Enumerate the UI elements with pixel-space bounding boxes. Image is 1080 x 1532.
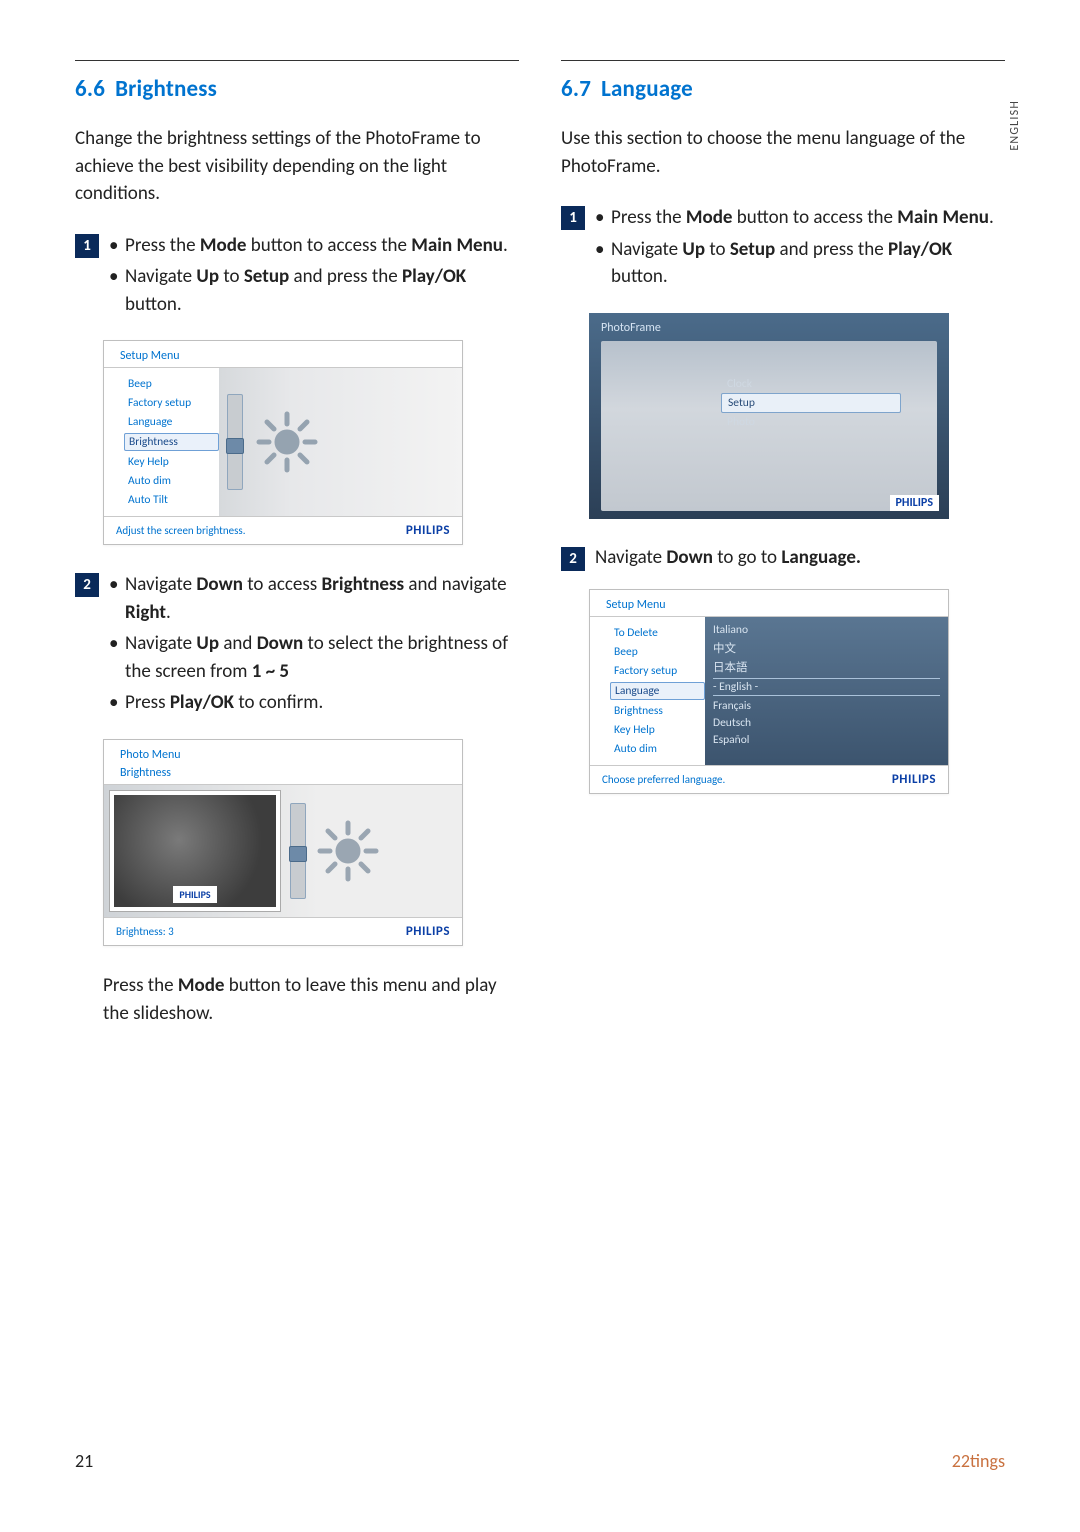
section-heading: Language [601,75,693,103]
philips-logo: PHILIPS [173,886,216,903]
menu-item: Auto dim [610,741,705,757]
menu-item: Key Help [124,454,219,470]
menu-item-selected: Setup [721,393,901,413]
menu-item-selected: Language [610,682,705,700]
section-heading: Brightness [115,75,217,103]
step1-bullet2: Navigate Up to Setup and press the Play/… [109,263,519,318]
left-column: 6.6 Brightness Change the brightness sett… [75,60,519,1027]
step1-bullet1: Press the Mode button to access the Main… [109,232,519,260]
shot3-panel: Clock Setup Photo [601,341,937,511]
brightness-slider-icon [227,394,243,490]
page-footer: 21 22tings [75,1450,1005,1472]
page-number-left: 21 [75,1450,93,1472]
step2-bullet3: Press Play/OK to confirm. [109,689,519,717]
shot2-hdr2: Brightness [104,766,462,784]
brightness-slider-icon [290,803,306,899]
step2-line: Navigate Down to go to Language. [595,545,1005,569]
menu-item: Factory setup [124,395,219,411]
page-footer-right: 22tings [952,1450,1005,1472]
philips-logo: PHILIPS [892,772,936,787]
lang-option: Français [713,699,940,713]
step-badge: 1 [561,206,585,230]
menu-item: Photo [721,413,927,431]
intro-brightness: Change the brightness settings of the Ph… [75,125,519,208]
content-columns: 6.6 Brightness Change the brightness sett… [75,60,1005,1027]
shot2-footer-text: Brightness: 3 [116,925,174,938]
section-title-brightness: 6.6 Brightness [75,75,519,103]
step1-bullet1: Press the Mode button to access the Main… [595,204,1005,232]
philips-logo: PHILIPS [890,495,940,511]
language-sidetab: ENGLISH [1008,100,1022,151]
step2-bullet2: Navigate Up and Down to select the brigh… [109,630,519,685]
lang-option: 中文 [713,640,940,656]
step-badge: 2 [75,573,99,597]
section-num: 6.6 [75,75,105,103]
step-badge: 2 [561,547,585,571]
screenshot-photo-brightness: Photo Menu Brightness PHILIPS [103,739,463,946]
philips-logo: PHILIPS [406,523,450,538]
menu-item-selected: Brightness [124,433,219,451]
menu-item: Language [124,414,219,430]
step2-bullet1: Navigate Down to access Brightness and n… [109,571,519,626]
menu-item: Beep [610,644,705,660]
menu-item: To Delete [610,625,705,641]
menu-item: Factory setup [610,663,705,679]
intro-language: Use this section to choose the menu lang… [561,125,1005,180]
menu-item: Auto dim [124,473,219,489]
philips-logo: PHILIPS [406,924,450,939]
menu-item: Key Help [610,722,705,738]
top-rule-left [75,60,519,61]
step-2-brightness: 2 Navigate Down to access Brightness and… [75,571,519,721]
shot1-menu: Beep Factory setup Language Brightness K… [104,368,219,516]
screenshot-setup-language: Setup Menu To Delete Beep Factory setup … [589,589,949,794]
right-column: 6.7 Language Use this section to choose t… [561,60,1005,1027]
shot1-preview [219,368,462,516]
menu-item: Clock [721,375,927,393]
lang-option: Deutsch [713,716,940,730]
lang-option-selected: - English - [713,678,940,696]
shot3-title: PhotoFrame [601,321,937,335]
shot2-hdr1: Photo Menu [104,740,462,766]
shot4-footer-text: Choose preferred language. [602,773,725,786]
shot1-header: Setup Menu [104,341,462,367]
lang-option: 日本語 [713,659,940,675]
step1-bullet2: Navigate Up to Setup and press the Play/… [595,236,1005,291]
photo-thumbnail: PHILIPS [110,791,280,911]
screenshot-main-menu: PhotoFrame Clock Setup Photo PHILIPS [589,313,949,519]
menu-item: Brightness [610,703,705,719]
shot4-lang-list: Italiano 中文 日本語 - English - Français Deu… [705,617,948,765]
sun-icon [316,819,380,883]
lang-option: Español [713,733,940,747]
menu-item: Auto Tilt [124,492,219,508]
shot4-menu: To Delete Beep Factory setup Language Br… [590,617,705,765]
step-badge: 1 [75,234,99,258]
menu-item: Beep [124,376,219,392]
screenshot-setup-brightness: Setup Menu Beep Factory setup Language B… [103,340,463,545]
step-1-brightness: 1 Press the Mode button to access the Ma… [75,232,519,323]
lang-option: Italiano [713,623,940,637]
step-2-language: 2 Navigate Down to go to Language. [561,545,1005,571]
top-rule-right [561,60,1005,61]
section-title-language: 6.7 Language [561,75,1005,103]
section-num: 6.7 [561,75,591,103]
step-1-language: 1 Press the Mode button to access the Ma… [561,204,1005,295]
sun-icon [255,410,319,474]
shot1-footer-text: Adjust the screen brightness. [116,524,246,537]
shot4-header: Setup Menu [590,590,948,616]
note-brightness: Press the Mode button to leave this menu… [103,972,519,1027]
